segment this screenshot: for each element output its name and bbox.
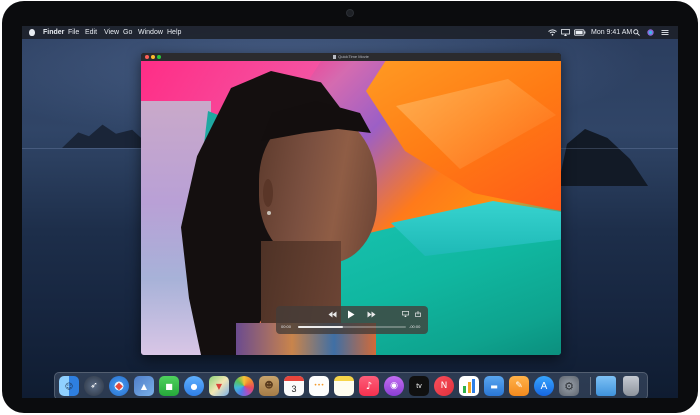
- scrubber-progress: [298, 326, 344, 328]
- menu-clock[interactable]: Mon 9:41 AM: [591, 26, 632, 39]
- system-preferences-icon[interactable]: ⚙: [559, 376, 579, 396]
- window-titlebar[interactable]: QuickTime Movie: [141, 53, 561, 61]
- rewind-icon[interactable]: [328, 311, 337, 318]
- contacts-icon[interactable]: ☻: [259, 376, 279, 396]
- keynote-icon[interactable]: ▬: [484, 376, 504, 396]
- podcasts-icon[interactable]: ◉: [384, 376, 404, 396]
- menu-edit[interactable]: Edit: [85, 26, 97, 39]
- control-center-icon[interactable]: [661, 29, 669, 36]
- playback-controls: 00:00 -00:00: [276, 306, 428, 334]
- messages-icon[interactable]: ●: [184, 376, 204, 396]
- downloads-folder-icon[interactable]: [596, 376, 616, 396]
- note-glyph: ♪: [365, 380, 373, 392]
- news-icon[interactable]: N: [434, 376, 454, 396]
- safari-icon[interactable]: ◆: [109, 376, 129, 396]
- bubble-glyph: ●: [190, 381, 198, 391]
- photos-app-icon[interactable]: ▲: [134, 376, 154, 396]
- menu-window[interactable]: Window: [138, 26, 163, 39]
- apple-menu-icon[interactable]: [29, 29, 35, 36]
- news-glyph: N: [440, 381, 448, 391]
- menu-bar: Finder File Edit View Go Window Help Mon…: [22, 26, 678, 39]
- quicktime-window[interactable]: QuickTime Movie 00:00 -00:00: [141, 53, 561, 355]
- window-title-text: QuickTime Movie: [338, 54, 369, 59]
- rocket-glyph: ➶: [90, 381, 98, 391]
- finder-icon[interactable]: ☺: [59, 376, 79, 396]
- bar-2: [467, 382, 471, 393]
- list-glyph: •••: [313, 382, 325, 389]
- tv-label: tv: [416, 382, 422, 390]
- ear: [263, 179, 273, 207]
- window-title: QuickTime Movie: [141, 53, 561, 61]
- camera-icon: [347, 10, 353, 16]
- share-icon[interactable]: [415, 311, 421, 317]
- elapsed-time: 00:00: [281, 324, 292, 329]
- wifi-icon[interactable]: [548, 29, 557, 36]
- pen-glyph: ✎: [515, 381, 523, 391]
- battery-icon[interactable]: [574, 29, 586, 36]
- numbers-icon[interactable]: [459, 376, 479, 396]
- person-glyph: ☻: [264, 381, 274, 391]
- search-icon[interactable]: [633, 29, 640, 36]
- scrubber-track[interactable]: [298, 326, 406, 328]
- document-icon: [333, 54, 337, 59]
- podcast-glyph: ◉: [390, 381, 398, 391]
- remaining-time: -00:00: [409, 324, 421, 329]
- bar-1: [463, 386, 466, 393]
- trash-icon[interactable]: [623, 376, 639, 396]
- dock: ☺ ➶ ◆ ▲ ■ ● ▼ ☻ 3 ••• ♪ ◉ tv N ▬ ✎ A ⚙: [54, 372, 648, 398]
- notes-icon[interactable]: [334, 376, 354, 396]
- desktop: Finder File Edit View Go Window Help Mon…: [22, 26, 678, 398]
- earring: [267, 211, 271, 215]
- calendar-icon[interactable]: 3: [284, 376, 304, 396]
- camera-glyph: ■: [165, 381, 173, 391]
- photos-icon[interactable]: [234, 376, 254, 396]
- menu-view[interactable]: View: [104, 26, 119, 39]
- finder-face: ☺: [64, 381, 74, 391]
- gear-glyph: ⚙: [564, 379, 574, 393]
- landscape-glyph: ▲: [140, 381, 148, 391]
- reminders-icon[interactable]: •••: [309, 376, 329, 396]
- menu-app-name[interactable]: Finder: [43, 26, 64, 39]
- app-store-icon[interactable]: A: [534, 376, 554, 396]
- pin-glyph: ▼: [215, 381, 223, 391]
- play-icon[interactable]: [347, 310, 355, 319]
- maps-icon[interactable]: ▼: [209, 376, 229, 396]
- app-store-glyph: A: [540, 380, 548, 392]
- dock-separator: [590, 377, 591, 395]
- apple-tv-icon[interactable]: tv: [409, 376, 429, 396]
- pages-icon[interactable]: ✎: [509, 376, 529, 396]
- menu-file[interactable]: File: [68, 26, 79, 39]
- launchpad-icon[interactable]: ➶: [84, 376, 104, 396]
- menu-go[interactable]: Go: [123, 26, 132, 39]
- facetime-icon[interactable]: ■: [159, 376, 179, 396]
- siri-icon[interactable]: [647, 29, 654, 36]
- fast-forward-icon[interactable]: [367, 311, 376, 318]
- airplay-icon[interactable]: [561, 29, 570, 36]
- menu-help[interactable]: Help: [167, 26, 181, 39]
- imac-device: Finder File Edit View Go Window Help Mon…: [0, 0, 700, 415]
- compass-glyph: ◆: [115, 380, 123, 392]
- calendar-day: 3: [291, 384, 297, 394]
- bar-3: [472, 379, 475, 393]
- airplay-icon[interactable]: [402, 311, 409, 317]
- podium-glyph: ▬: [490, 381, 498, 391]
- music-icon[interactable]: ♪: [359, 376, 379, 396]
- video-frame[interactable]: 00:00 -00:00: [141, 61, 561, 355]
